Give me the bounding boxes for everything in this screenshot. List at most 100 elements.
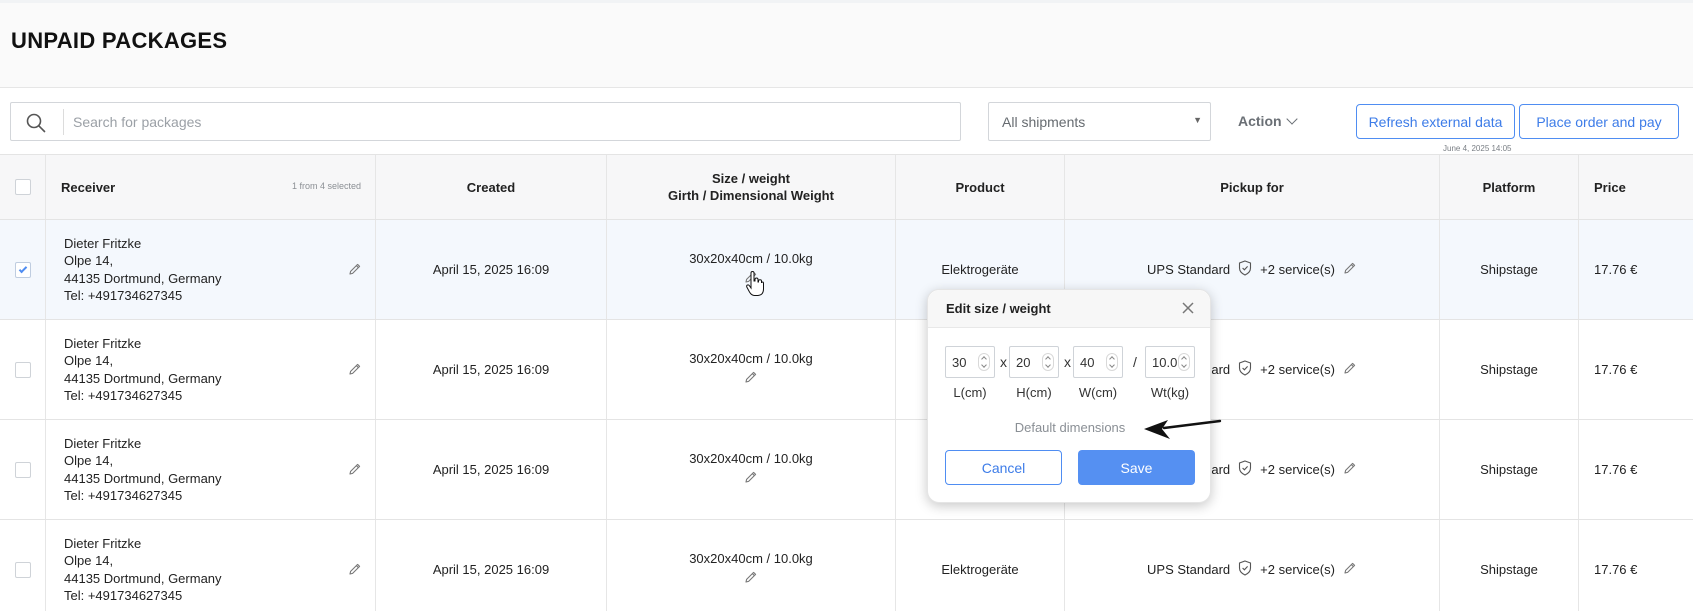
edit-receiver-pencil-icon[interactable] xyxy=(348,462,362,476)
size-weight-group: 30x20x40cm / 10.0kg xyxy=(689,551,813,589)
hand-cursor-icon xyxy=(746,271,764,296)
size-weight-value: 30x20x40cm / 10.0kg xyxy=(689,450,813,466)
header-receiver: Receiver 1 from 4 selected xyxy=(46,155,376,219)
row-checkbox[interactable] xyxy=(14,361,31,378)
product-name: Elektrogeräte xyxy=(941,562,1019,577)
search-input[interactable] xyxy=(73,103,943,140)
receiver-address: Dieter Fritzke Olpe 14, 44135 Dortmund, Ge… xyxy=(46,235,222,305)
extra-services[interactable]: +2 service(s) xyxy=(1260,462,1335,477)
header-select-cell xyxy=(0,155,46,219)
receiver-phone: Tel: +491734627345 xyxy=(64,488,183,503)
row-select-cell xyxy=(0,220,46,319)
table-row[interactable]: Dieter Fritzke Olpe 14, 44135 Dortmund, Ge… xyxy=(0,520,1693,611)
row-checkbox[interactable] xyxy=(14,261,31,278)
length-label: L(cm) xyxy=(953,385,987,400)
pickup-group: UPS Standard +2 service(s) xyxy=(1147,560,1357,579)
header-pickup[interactable]: Pickup for xyxy=(1065,155,1440,219)
shield-icon xyxy=(1238,360,1252,379)
search-box[interactable] xyxy=(10,102,961,141)
action-menu[interactable]: Action xyxy=(1238,110,1298,132)
receiver-address: Dieter Fritzke Olpe 14, 44135 Dortmund, Ge… xyxy=(46,435,222,505)
price-value: 17.76 € xyxy=(1594,262,1638,277)
width-input[interactable]: 40 xyxy=(1073,346,1123,378)
edit-receiver-pencil-icon[interactable] xyxy=(348,262,362,276)
platform-name: Shipstage xyxy=(1480,362,1538,377)
width-value: 40 xyxy=(1080,355,1095,370)
receiver-city: 44135 Dortmund, Germany xyxy=(64,470,222,486)
extra-services[interactable]: +2 service(s) xyxy=(1260,562,1335,577)
popup-title: Edit size / weight xyxy=(946,301,1051,316)
edit-size-pencil-icon[interactable] xyxy=(744,370,758,389)
row-checkbox[interactable] xyxy=(14,561,31,578)
price-value: 17.76 € xyxy=(1594,362,1638,377)
receiver-cell: Dieter Fritzke Olpe 14, 44135 Dortmund, Ge… xyxy=(46,520,376,611)
header-created[interactable]: Created xyxy=(376,155,607,219)
refresh-external-data-button[interactable]: Refresh external data xyxy=(1356,104,1515,139)
weight-value: 10.0 xyxy=(1152,355,1178,370)
header-price[interactable]: Price xyxy=(1579,155,1693,219)
price-cell: 17.76 € xyxy=(1579,320,1693,419)
platform-cell: Shipstage xyxy=(1440,220,1579,319)
place-order-and-pay-button[interactable]: Place order and pay xyxy=(1519,104,1679,139)
edit-pickup-pencil-icon[interactable] xyxy=(1343,361,1357,378)
length-stepper[interactable] xyxy=(978,353,990,371)
save-button[interactable]: Save xyxy=(1078,450,1195,485)
created-cell: April 15, 2025 16:09 xyxy=(376,220,607,319)
header-product[interactable]: Product xyxy=(896,155,1065,219)
weight-input[interactable]: 10.0 xyxy=(1145,346,1195,378)
separator-x-2: x xyxy=(1064,354,1071,370)
edit-pickup-pencil-icon[interactable] xyxy=(1343,461,1357,478)
check-icon xyxy=(18,264,27,273)
edit-receiver-pencil-icon[interactable] xyxy=(348,362,362,376)
created-cell: April 15, 2025 16:09 xyxy=(376,420,607,519)
width-stepper[interactable] xyxy=(1106,353,1118,371)
edit-pickup-pencil-icon[interactable] xyxy=(1343,261,1357,278)
receiver-phone: Tel: +491734627345 xyxy=(64,288,183,303)
height-input[interactable]: 20 xyxy=(1009,346,1059,378)
row-select-cell xyxy=(0,320,46,419)
receiver-name: Dieter Fritzke xyxy=(64,435,142,451)
header-size-weight[interactable]: Size / weight Girth / Dimensional Weight xyxy=(607,155,896,219)
row-checkbox[interactable] xyxy=(14,461,31,478)
shipments-filter-select[interactable]: All shipments ▼ xyxy=(988,102,1211,141)
platform-name: Shipstage xyxy=(1480,462,1538,477)
action-label: Action xyxy=(1238,113,1282,129)
page-title: UNPAID PACKAGES xyxy=(11,28,228,53)
size-weight-value: 30x20x40cm / 10.0kg xyxy=(689,250,813,266)
receiver-name: Dieter Fritzke xyxy=(64,335,142,351)
header-receiver-label: Receiver xyxy=(61,179,116,195)
weight-stepper[interactable] xyxy=(1178,353,1190,371)
close-icon[interactable] xyxy=(1180,300,1196,316)
created-cell: April 15, 2025 16:09 xyxy=(376,520,607,611)
header-platform-label: Platform xyxy=(1482,179,1536,195)
height-stepper[interactable] xyxy=(1042,353,1054,371)
edit-pickup-pencil-icon[interactable] xyxy=(1343,561,1357,578)
width-label: W(cm) xyxy=(1078,385,1118,400)
select-all-checkbox[interactable] xyxy=(14,179,31,195)
table-row[interactable]: Dieter Fritzke Olpe 14, 44135 Dortmund, Ge… xyxy=(0,420,1693,520)
price-cell: 17.76 € xyxy=(1579,420,1693,519)
arrow-icon xyxy=(1144,419,1222,439)
receiver-city: 44135 Dortmund, Germany xyxy=(64,370,222,386)
cancel-button[interactable]: Cancel xyxy=(945,450,1062,485)
created-date: April 15, 2025 16:09 xyxy=(432,262,550,277)
caret-down-icon: ▼ xyxy=(1193,115,1202,125)
edit-size-pencil-icon[interactable] xyxy=(744,470,758,489)
header-platform[interactable]: Platform xyxy=(1440,155,1579,219)
price-cell: 17.76 € xyxy=(1579,220,1693,319)
receiver-cell: Dieter Fritzke Olpe 14, 44135 Dortmund, Ge… xyxy=(46,320,376,419)
table-row[interactable]: Dieter Fritzke Olpe 14, 44135 Dortmund, Ge… xyxy=(0,220,1693,320)
created-date: April 15, 2025 16:09 xyxy=(432,562,550,577)
receiver-cell: Dieter Fritzke Olpe 14, 44135 Dortmund, Ge… xyxy=(46,220,376,319)
edit-receiver-pencil-icon[interactable] xyxy=(348,562,362,576)
table-row[interactable]: Dieter Fritzke Olpe 14, 44135 Dortmund, Ge… xyxy=(0,320,1693,420)
separator-slash: / xyxy=(1133,354,1137,370)
extra-services[interactable]: +2 service(s) xyxy=(1260,262,1335,277)
product-cell: Elektrogeräte xyxy=(896,520,1065,611)
extra-services[interactable]: +2 service(s) xyxy=(1260,362,1335,377)
receiver-address: Dieter Fritzke Olpe 14, 44135 Dortmund, Ge… xyxy=(46,535,222,605)
size-weight-cell: 30x20x40cm / 10.0kg xyxy=(607,220,896,319)
edit-size-pencil-icon[interactable] xyxy=(744,570,758,589)
length-input[interactable]: 30 xyxy=(945,346,995,378)
header-size-line2: Girth / Dimensional Weight xyxy=(668,188,834,203)
